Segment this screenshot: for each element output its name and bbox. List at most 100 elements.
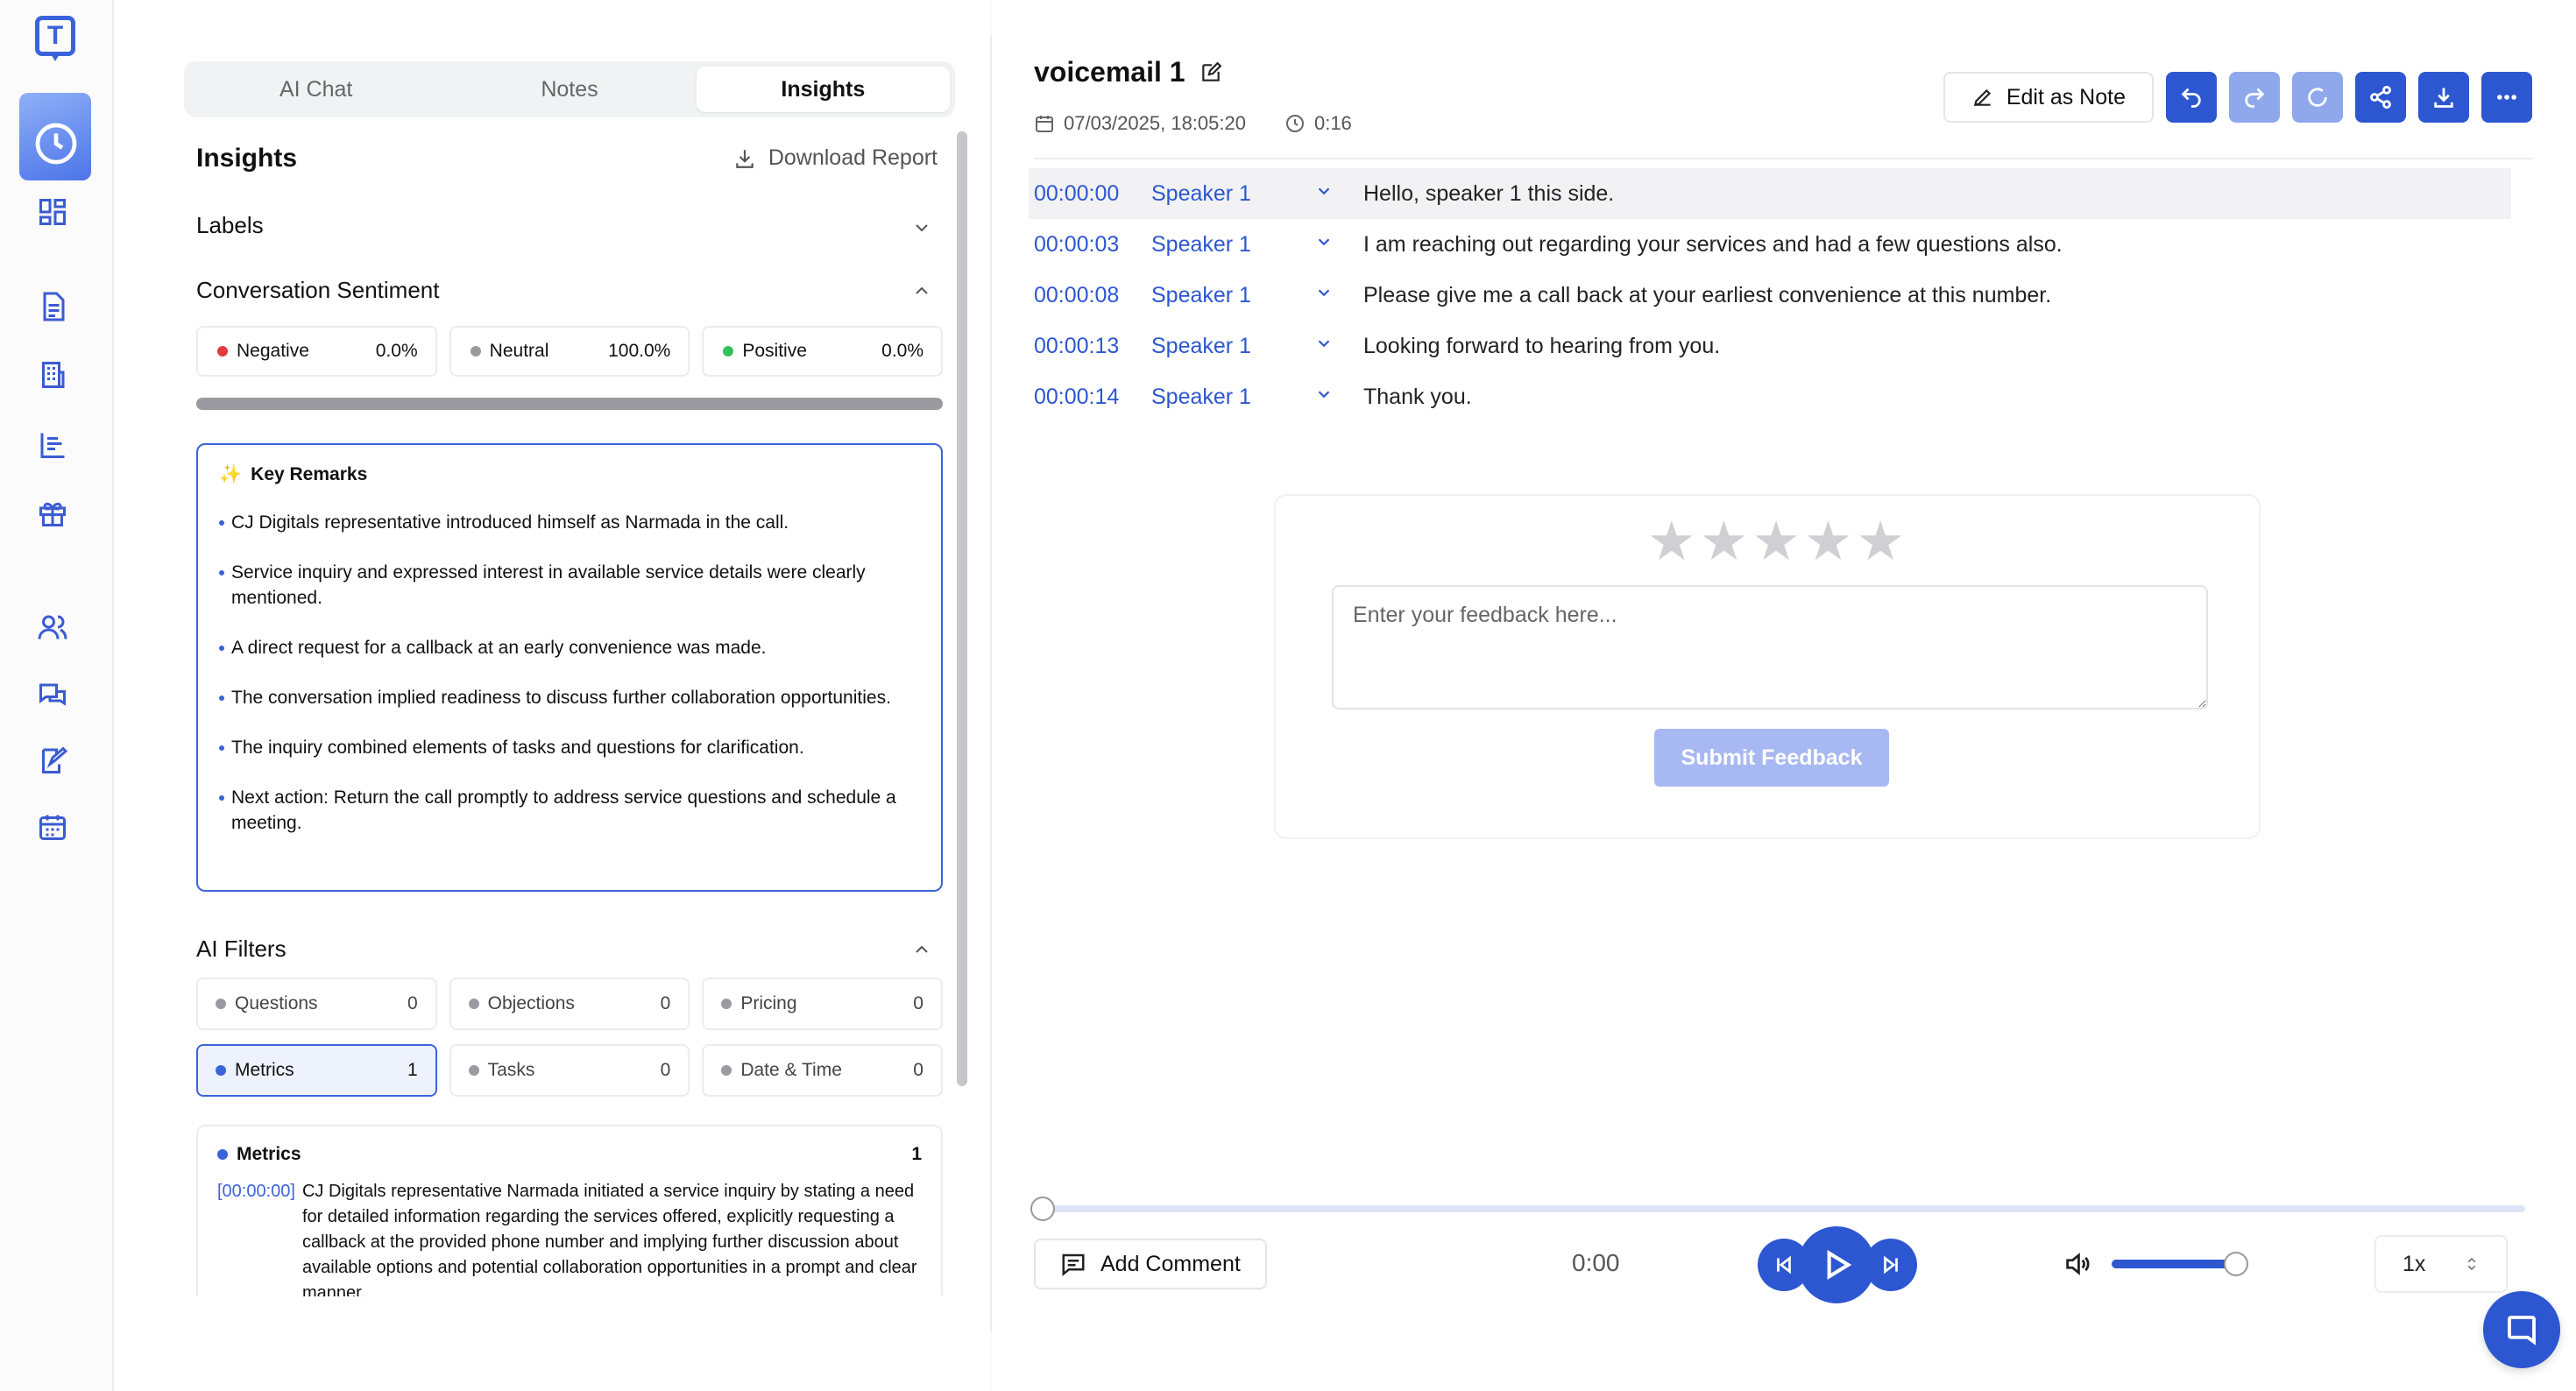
key-remarks-list: CJ Digitals representative introduced hi…: [219, 510, 920, 836]
edit-as-note-label: Edit as Note: [2006, 84, 2126, 109]
undo-button[interactable]: [2166, 72, 2217, 123]
pencil-icon: [1973, 88, 1991, 107]
metrics-timestamp-link[interactable]: [00:00:00]: [217, 1179, 295, 1296]
segment-timestamp[interactable]: 00:00:14: [1034, 385, 1139, 410]
filter-dot: [468, 1065, 479, 1076]
skip-forward-icon: [1884, 1255, 1898, 1274]
ai-filters-title[interactable]: AI Filters: [196, 936, 287, 963]
list-item: The inquiry combined elements of tasks a…: [219, 735, 920, 760]
sentiment-label: Neutral: [489, 341, 549, 361]
filter-tasks[interactable]: Tasks 0: [449, 1044, 690, 1097]
volume-handle[interactable]: [2224, 1252, 2248, 1276]
transcript-row[interactable]: 00:00:14 Speaker 1 Thank you.: [1029, 371, 2511, 422]
more-horizontal-icon: [2497, 95, 2516, 100]
download-button[interactable]: [2418, 72, 2469, 123]
sentiment-section-title[interactable]: Conversation Sentiment: [196, 277, 439, 304]
labels-section-title[interactable]: Labels: [196, 212, 264, 239]
recordings-nav-tile[interactable]: [19, 93, 91, 180]
users-icon[interactable]: [35, 610, 70, 645]
play-button[interactable]: [1798, 1226, 1875, 1303]
segment-speaker[interactable]: Speaker 1: [1151, 232, 1314, 258]
panel-scrollbar[interactable]: [957, 131, 967, 1086]
filter-date-time[interactable]: Date & Time 0: [702, 1044, 943, 1097]
segment-timestamp[interactable]: 00:00:08: [1034, 283, 1139, 308]
transcript-row[interactable]: 00:00:13 Speaker 1 Looking forward to he…: [1029, 321, 2511, 371]
calendar-icon[interactable]: [35, 809, 70, 844]
volume-icon[interactable]: [2063, 1249, 2092, 1279]
download-icon: [736, 149, 754, 168]
share-button[interactable]: [2355, 72, 2406, 123]
segment-speaker[interactable]: Speaker 1: [1151, 334, 1314, 359]
star-icon[interactable]: ★: [1700, 515, 1749, 569]
insights-scroll-area[interactable]: Insights Download Report Labels Conversa…: [184, 131, 955, 1296]
playback-speed-select[interactable]: 1x: [2374, 1235, 2508, 1293]
more-options-button[interactable]: [2481, 72, 2532, 123]
chevron-down-icon[interactable]: [1314, 385, 1334, 404]
star-icon[interactable]: ★: [1856, 515, 1905, 569]
segment-speaker[interactable]: Speaker 1: [1151, 181, 1314, 207]
filter-objections[interactable]: Objections 0: [449, 978, 690, 1030]
clock-icon: [35, 123, 77, 165]
transcript-row[interactable]: 00:00:08 Speaker 1 Please give me a call…: [1029, 270, 2511, 321]
building-icon[interactable]: [35, 357, 70, 392]
chevron-up-icon[interactable]: [911, 280, 932, 301]
segment-timestamp[interactable]: 00:00:00: [1034, 181, 1139, 207]
segment-timestamp[interactable]: 00:00:13: [1034, 334, 1139, 359]
tab-notes[interactable]: Notes: [442, 67, 696, 112]
segment-speaker[interactable]: Speaker 1: [1151, 283, 1314, 308]
chat-bubbles-icon[interactable]: [35, 678, 70, 713]
chevron-down-icon[interactable]: [1314, 334, 1334, 353]
tab-insights[interactable]: Insights: [696, 67, 950, 112]
tab-ai-chat[interactable]: AI Chat: [189, 67, 442, 112]
star-icon[interactable]: ★: [1804, 515, 1853, 569]
reports-icon[interactable]: [35, 427, 70, 462]
filter-label: Questions: [235, 993, 318, 1013]
document-icon[interactable]: [35, 289, 70, 324]
feedback-input[interactable]: [1332, 585, 2208, 710]
edit-notes-icon[interactable]: [35, 743, 70, 778]
segment-speaker[interactable]: Speaker 1: [1151, 385, 1314, 410]
filter-dot: [721, 999, 732, 1009]
download-report-button[interactable]: Download Report: [733, 145, 938, 171]
filter-metrics[interactable]: Metrics 1: [196, 1044, 437, 1097]
filter-dot: [216, 999, 226, 1009]
app-logo[interactable]: T: [35, 16, 75, 67]
star-icon[interactable]: ★: [1752, 515, 1801, 569]
chevron-down-icon[interactable]: [911, 217, 932, 238]
volume-slider[interactable]: [2112, 1252, 2248, 1276]
recording-detail: voicemail 1 07/03/2025, 18:05:20 0:16 Ed…: [992, 0, 2576, 1391]
add-comment-button[interactable]: Add Comment: [1034, 1239, 1267, 1289]
calendar-icon: [1036, 116, 1053, 132]
transcript-row[interactable]: 00:00:03 Speaker 1 I am reaching out reg…: [1029, 219, 2511, 270]
filter-label: Objections: [487, 993, 575, 1013]
speed-value: 1x: [2403, 1251, 2426, 1276]
filter-dot: [216, 1065, 226, 1076]
redo-button[interactable]: [2229, 72, 2280, 123]
gift-icon[interactable]: [35, 496, 70, 531]
filter-count: 0: [407, 993, 418, 1013]
toolbar: Edit as Note: [1943, 72, 2532, 123]
chevron-up-icon[interactable]: [911, 939, 932, 960]
segment-text: I am reaching out regarding your service…: [1363, 231, 2063, 257]
edit-title-icon[interactable]: [1200, 61, 1222, 84]
metrics-dot: [217, 1149, 228, 1160]
redo-icon: [2245, 88, 2265, 108]
filter-pricing[interactable]: Pricing 0: [702, 978, 943, 1030]
chevron-down-icon[interactable]: [1314, 283, 1334, 302]
submit-feedback-button[interactable]: Submit Feedback: [1654, 729, 1889, 787]
filter-label: Tasks: [487, 1060, 535, 1080]
transcript-row[interactable]: 00:00:00 Speaker 1 Hello, speaker 1 this…: [1029, 168, 2511, 219]
segment-timestamp[interactable]: 00:00:03: [1034, 232, 1139, 258]
playback-progress-bar[interactable]: [1030, 1197, 2525, 1221]
support-chat-button[interactable]: [2483, 1291, 2560, 1368]
progress-handle[interactable]: [1030, 1197, 1055, 1221]
edit-as-note-button[interactable]: Edit as Note: [1943, 72, 2154, 123]
filter-questions[interactable]: Questions 0: [196, 978, 437, 1030]
star-icon[interactable]: ★: [1647, 515, 1696, 569]
skip-forward-button[interactable]: [1865, 1239, 1917, 1291]
refresh-button[interactable]: [2292, 72, 2343, 123]
chevron-down-icon[interactable]: [1314, 232, 1334, 251]
list-item: Next action: Return the call promptly to…: [219, 785, 920, 836]
dashboard-icon[interactable]: [35, 194, 70, 229]
chevron-down-icon[interactable]: [1314, 181, 1334, 201]
